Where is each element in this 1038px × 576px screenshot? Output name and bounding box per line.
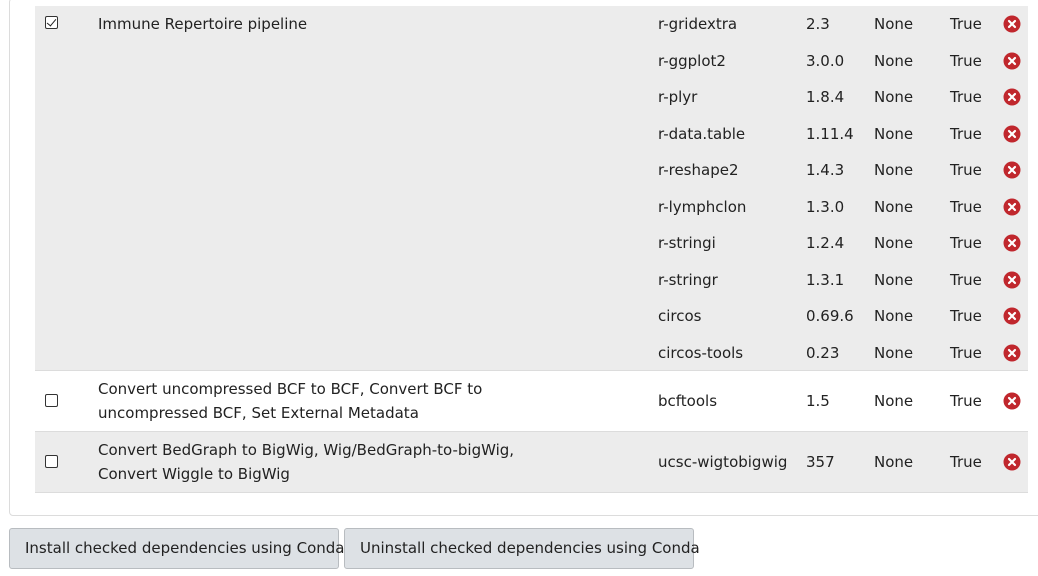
dependency-installed: True — [950, 198, 982, 216]
dependency-installed: True — [950, 234, 982, 252]
remove-icon[interactable] — [1003, 15, 1021, 33]
dependency-version: 0.23 — [806, 344, 840, 362]
tool-checkbox[interactable] — [45, 394, 58, 407]
dependency-version: 1.5 — [806, 392, 830, 410]
dependency-channel: None — [874, 271, 914, 289]
dependency-version: 1.3.0 — [806, 198, 845, 216]
remove-icon[interactable] — [1003, 161, 1021, 179]
remove-icon[interactable] — [1003, 125, 1021, 143]
tool-name: Convert BedGraph to BigWig, Wig/BedGraph… — [98, 441, 515, 483]
dependency-name: bcftools — [658, 392, 718, 410]
remove-icon[interactable] — [1003, 307, 1021, 325]
remove-icon[interactable] — [1003, 234, 1021, 252]
tool-name: Immune Repertoire pipeline — [98, 15, 308, 33]
dependency-channel: None — [874, 392, 914, 410]
tool-group-row: Convert uncompressed BCF to BCF, Convert… — [35, 371, 1028, 432]
dependency-version: 1.4.3 — [806, 161, 845, 179]
remove-icon[interactable] — [1003, 392, 1021, 410]
remove-icon[interactable] — [1003, 198, 1021, 216]
dependency-name: r-stringr — [658, 271, 718, 289]
dependencies-table: Immune Repertoire pipeline r-gridextra 2… — [35, 6, 1028, 493]
dependency-installed: True — [950, 344, 982, 362]
dependency-version: 0.69.6 — [806, 307, 854, 325]
dependency-channel: None — [874, 88, 914, 106]
tool-checkbox[interactable] — [45, 455, 58, 468]
dependency-channel: None — [874, 344, 914, 362]
dependency-installed: True — [950, 307, 982, 325]
dependency-name: r-lymphclon — [658, 198, 747, 216]
dependency-name: circos — [658, 307, 702, 325]
dependency-name: r-stringi — [658, 234, 716, 252]
dependency-installed: True — [950, 392, 982, 410]
dependency-version: 2.3 — [806, 15, 830, 33]
dependency-version: 1.8.4 — [806, 88, 845, 106]
remove-icon[interactable] — [1003, 52, 1021, 70]
dependency-channel: None — [874, 234, 914, 252]
dependency-version: 357 — [806, 453, 835, 471]
dependency-installed: True — [950, 52, 982, 70]
uninstall-dependencies-button[interactable]: Uninstall checked dependencies using Con… — [344, 528, 700, 569]
dependency-installed: True — [950, 88, 982, 106]
dependency-name: r-plyr — [658, 88, 698, 106]
tool-group-row: Immune Repertoire pipeline r-gridextra 2… — [35, 6, 1028, 371]
dependency-version: 3.0.0 — [806, 52, 845, 70]
dependency-version: 1.2.4 — [806, 234, 845, 252]
dependency-installed: True — [950, 15, 982, 33]
install-dependencies-button[interactable]: Install checked dependencies using Conda — [9, 528, 344, 569]
dependency-version: 1.11.4 — [806, 125, 854, 143]
remove-icon[interactable] — [1003, 271, 1021, 289]
dependency-name: r-ggplot2 — [658, 52, 726, 70]
dependency-channel: None — [874, 52, 914, 70]
remove-icon[interactable] — [1003, 453, 1021, 471]
dependency-name: ucsc-wigtobigwig — [658, 453, 788, 471]
dependency-channel: None — [874, 198, 914, 216]
dependency-installed: True — [950, 125, 982, 143]
dependency-version: 1.3.1 — [806, 271, 845, 289]
dependency-channel: None — [874, 15, 914, 33]
dependency-installed: True — [950, 161, 982, 179]
remove-icon[interactable] — [1003, 344, 1021, 362]
dependency-installed: True — [950, 453, 982, 471]
remove-icon[interactable] — [1003, 88, 1021, 106]
dependency-name: r-reshape2 — [658, 161, 739, 179]
dependency-name: r-data.table — [658, 125, 746, 143]
tool-group-row: Convert BedGraph to BigWig, Wig/BedGraph… — [35, 432, 1028, 493]
dependency-name: r-gridextra — [658, 15, 738, 33]
dependency-channel: None — [874, 453, 914, 471]
checkmark-icon — [46, 16, 57, 27]
dependency-installed: True — [950, 271, 982, 289]
dependency-channel: None — [874, 161, 914, 179]
dependency-channel: None — [874, 125, 914, 143]
tool-checkbox[interactable] — [45, 16, 58, 29]
dependency-channel: None — [874, 307, 914, 325]
tool-name: Convert uncompressed BCF to BCF, Convert… — [98, 380, 483, 422]
dependency-name: circos-tools — [658, 344, 744, 362]
